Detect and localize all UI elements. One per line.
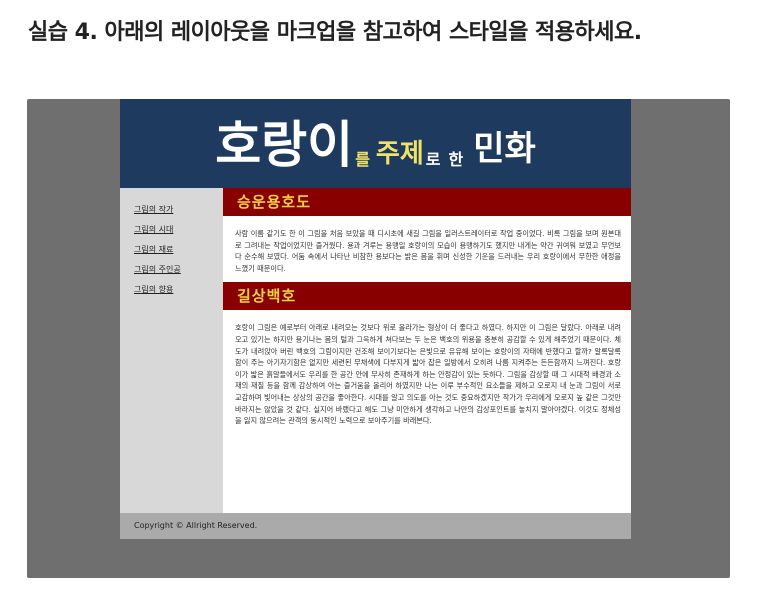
banner-particle-3: 한 — [448, 150, 464, 169]
nav-link-appreciation[interactable]: 그림의 향용 — [134, 284, 223, 304]
banner-title-subject: 주제 — [375, 139, 424, 169]
section-title-1: 승운용호도 — [223, 188, 631, 216]
nav-link-material[interactable]: 그림의 재료 — [134, 244, 223, 264]
exercise-instruction: 실습 4. 아래의 레이아웃을 마크업을 참고하여 스타일을 적용하세요. — [28, 20, 642, 45]
footer: Copyright © Allright Reserved. — [120, 513, 631, 539]
header-banner: 호랑이 를 주제 로 한 민화 — [120, 99, 631, 188]
nav-link-subject[interactable]: 그림의 주인공 — [134, 264, 223, 284]
banner-title-tiger: 호랑이 — [215, 116, 354, 174]
section-body-1: 사람 이름 같기도 한 이 그림을 처음 보았을 때 디시초에 새길 그림을 일… — [235, 229, 621, 273]
sidebar-nav: 그림의 작가 그림의 시대 그림의 재료 그림의 주인공 그림의 향용 — [120, 188, 223, 513]
nav-link-era[interactable]: 그림의 시대 — [134, 224, 223, 244]
section-body-2: 호랑이 그림은 예로부터 아래로 내려오는 것보다 위로 올라가는 형상이 더 … — [235, 323, 621, 426]
banner-particle-1: 를 — [355, 150, 370, 169]
banner-title-minhwa: 민화 — [473, 129, 536, 169]
banner-particle-2: 로 — [425, 150, 441, 169]
nav-link-artist[interactable]: 그림의 작가 — [134, 204, 223, 224]
copyright-text: Copyright © Allright Reserved. — [134, 521, 258, 530]
main-content: 승운용호도 사람 이름 같기도 한 이 그림을 처음 보았을 때 디시초에 새길… — [223, 188, 631, 513]
section-title-2: 길상백호 — [223, 282, 631, 311]
layout-page: 호랑이 를 주제 로 한 민화 그림의 작가 그림의 시대 그림의 재료 그림의… — [120, 99, 631, 539]
